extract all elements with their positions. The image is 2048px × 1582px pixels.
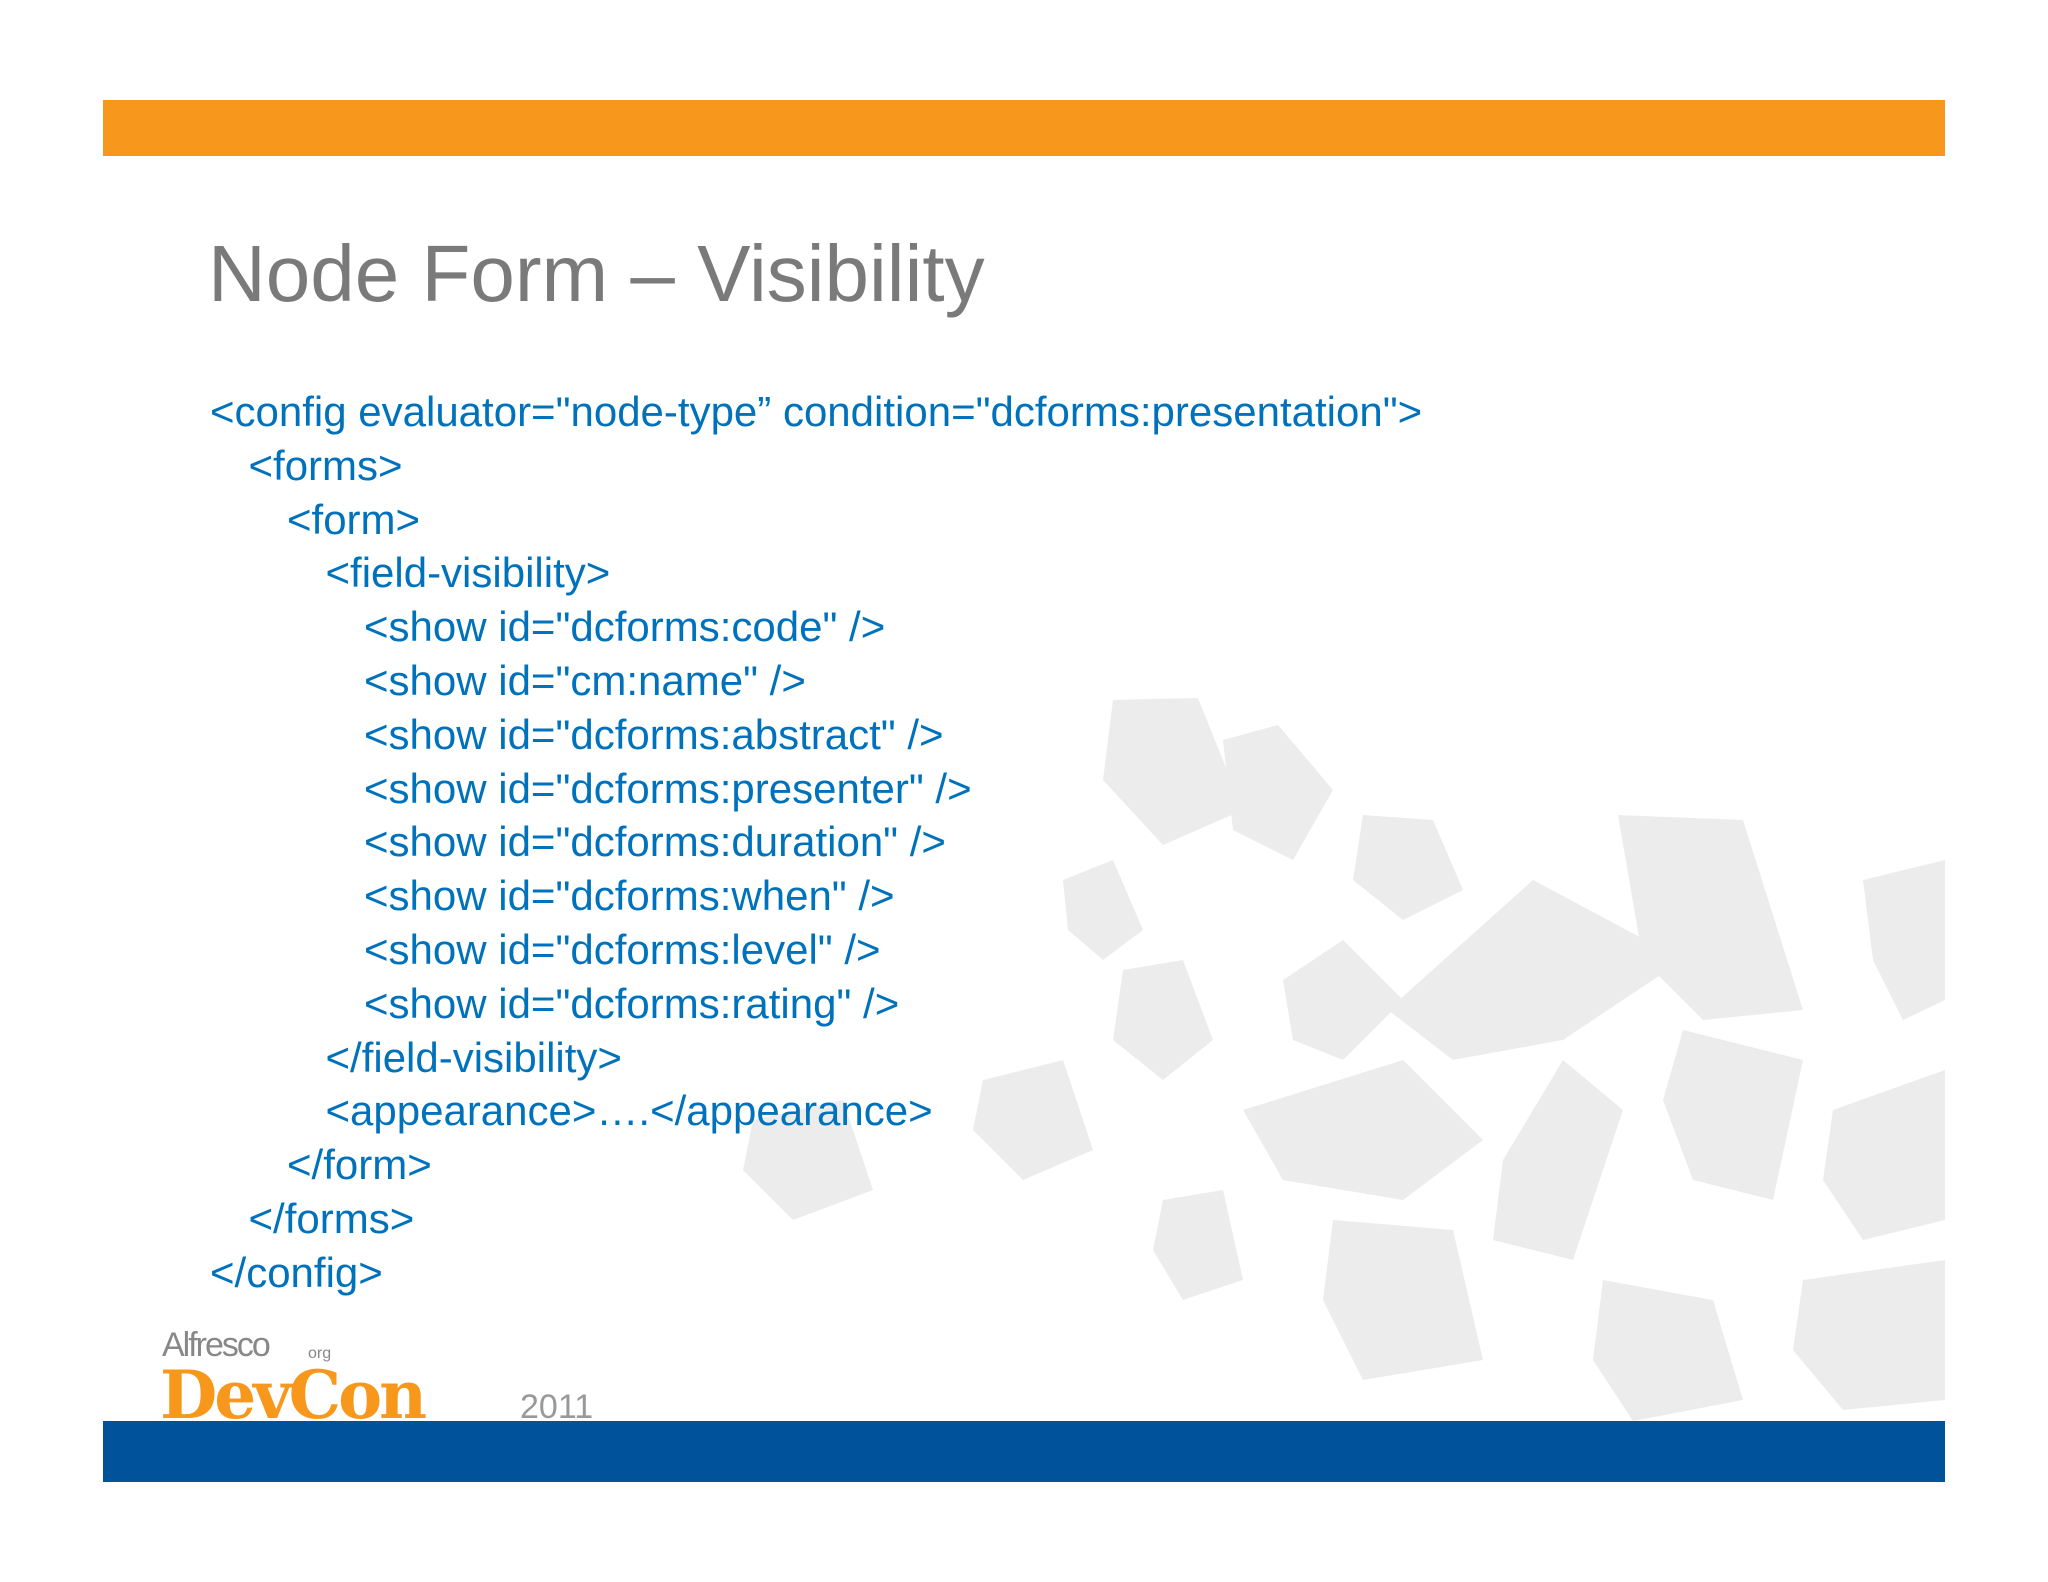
code-line: <config evaluator="node-type” condition=… (210, 388, 1423, 435)
code-line: <show id="dcforms:code" /> (364, 603, 886, 651)
code-line: <forms> (248, 441, 403, 489)
code-line: </config> (210, 1248, 383, 1296)
logo-event-text: DevCon (160, 1356, 426, 1422)
devcon-logo: Alfresco org DevCon 2011 (158, 1322, 628, 1422)
code-line: <show id="dcforms:duration" /> (364, 818, 946, 866)
bottom-accent-bar (103, 1421, 1945, 1482)
code-line: </form> (287, 1141, 432, 1189)
code-line: <show id="dcforms:rating" /> (364, 979, 900, 1027)
slide-title: Node Form – Visibility (208, 229, 985, 318)
code-line: <form> (287, 495, 421, 543)
code-line: <show id="dcforms:level" /> (364, 925, 881, 973)
code-line: <show id="dcforms:abstract" /> (364, 710, 944, 758)
code-line: <appearance>….</appearance> (325, 1087, 933, 1135)
code-line: <show id="dcforms:when" /> (364, 872, 895, 920)
code-block: <config evaluator="node-type” condition=… (210, 385, 1422, 1300)
code-line: <field-visibility> (325, 549, 611, 597)
slide: Node Form – Visibility <config evaluator… (103, 100, 1945, 1482)
code-line: </forms> (248, 1194, 415, 1242)
code-line: </field-visibility> (325, 1033, 622, 1081)
code-line: <show id="cm:name" /> (364, 656, 806, 704)
code-line: <show id="dcforms:presenter" /> (364, 764, 972, 812)
logo-year-text: 2011 (520, 1388, 593, 1422)
